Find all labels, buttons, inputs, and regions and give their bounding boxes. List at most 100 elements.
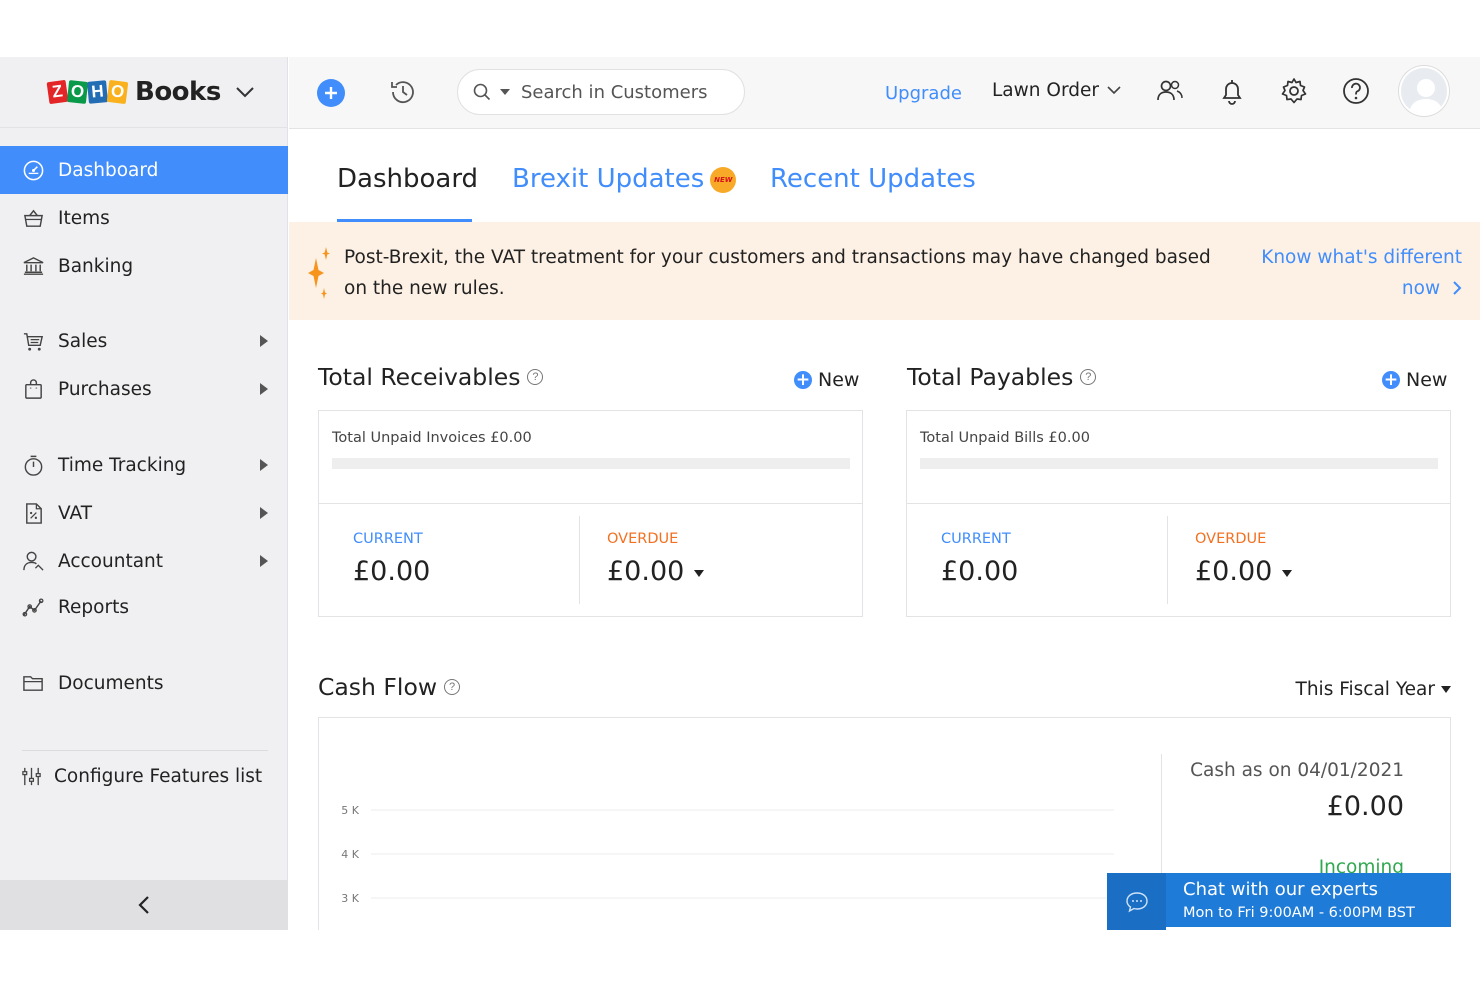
tab-recent-updates[interactable]: Recent Updates xyxy=(770,164,976,194)
logo-letter: H xyxy=(87,80,108,104)
sidebar-item-dashboard[interactable]: Dashboard xyxy=(0,146,288,194)
sidebar-item-sales[interactable]: Sales xyxy=(0,317,288,365)
tab-brexit-updates[interactable]: Brexit Updates NEW xyxy=(512,164,737,194)
payables-overdue[interactable]: OVERDUE £0.00 xyxy=(1161,504,1451,617)
sidebar-item-purchases[interactable]: Purchases xyxy=(0,365,288,413)
quick-create-button[interactable] xyxy=(317,79,345,107)
logo-letter: O xyxy=(66,80,89,104)
period-selector[interactable]: This Fiscal Year xyxy=(1296,679,1451,700)
overdue-amount: £0.00 xyxy=(607,556,705,587)
unpaid-bills-summary: Total Unpaid Bills £0.00 xyxy=(907,411,1450,504)
sidebar-item-reports[interactable]: Reports xyxy=(0,583,288,631)
help-tooltip-icon[interactable]: ? xyxy=(444,679,461,695)
search-input[interactable] xyxy=(521,81,721,103)
overdue-label: OVERDUE xyxy=(1195,531,1267,547)
unpaid-invoices-label: Total Unpaid Invoices £0.00 xyxy=(332,430,532,446)
section-title-text: Total Receivables xyxy=(318,363,521,391)
unpaid-invoices-summary: Total Unpaid Invoices £0.00 xyxy=(319,411,862,504)
organization-switcher[interactable]: Lawn Order xyxy=(992,80,1121,101)
sidebar-item-label: Dashboard xyxy=(58,159,159,181)
avatar[interactable] xyxy=(1399,66,1449,116)
sidebar-item-label: Documents xyxy=(58,672,164,694)
chat-with-experts-widget[interactable]: Chat with our experts Mon to Fri 9:00AM … xyxy=(1107,873,1451,930)
new-label: New xyxy=(1406,369,1448,391)
zoho-logo: Z O H O xyxy=(46,79,129,105)
caret-down-icon xyxy=(1441,686,1451,693)
sidebar-item-label: Items xyxy=(58,207,110,229)
unpaid-progress-bar xyxy=(332,458,850,469)
sidebar-item-accountant[interactable]: Accountant xyxy=(0,537,288,585)
brand-logo[interactable]: Z O H O Books xyxy=(0,57,287,128)
tab-dashboard[interactable]: Dashboard xyxy=(337,164,478,194)
new-invoice-button[interactable]: + New xyxy=(794,369,859,391)
y-tick-label: 3 K xyxy=(341,892,359,905)
chevron-right-icon xyxy=(1453,281,1462,295)
chevron-left-icon xyxy=(138,896,149,914)
unpaid-progress-bar xyxy=(920,458,1438,469)
payables-card: Total Unpaid Bills £0.00 CURRENT £0.00 O… xyxy=(906,410,1451,617)
gear-icon[interactable] xyxy=(1279,76,1309,106)
sliders-icon xyxy=(22,767,41,786)
logo-letter: O xyxy=(106,79,129,105)
accountant-icon xyxy=(23,551,44,571)
sidebar-item-banking[interactable]: Banking xyxy=(0,242,288,290)
chat-icon-box xyxy=(1107,873,1166,930)
configure-features-link[interactable]: Configure Features list xyxy=(20,765,262,788)
configure-features-label: Configure Features list xyxy=(54,766,263,787)
collapse-sidebar-button[interactable] xyxy=(0,880,288,930)
caret-right-icon xyxy=(260,335,268,347)
current-amount: £0.00 xyxy=(353,556,431,587)
current-label: CURRENT xyxy=(353,531,423,547)
tax-document-icon xyxy=(26,502,42,524)
cash-as-on-label: Cash as on 04/01/2021 xyxy=(1190,760,1404,781)
users-icon[interactable] xyxy=(1155,76,1185,106)
zoho-books-app: Z O H O Books Dashboard Items Banking Sa… xyxy=(0,57,1480,930)
sidebar-divider xyxy=(22,750,268,751)
know-whats-different-link[interactable]: Know what's different now xyxy=(1242,242,1462,304)
receivables-current[interactable]: CURRENT £0.00 xyxy=(319,504,579,617)
plus-circle-icon: + xyxy=(1382,370,1400,390)
help-tooltip-icon[interactable]: ? xyxy=(527,369,544,385)
dashboard-icon xyxy=(23,160,44,180)
help-tooltip-icon[interactable]: ? xyxy=(1080,369,1097,385)
top-header: Upgrade Lawn Order xyxy=(289,57,1480,129)
chevron-down-icon xyxy=(1107,86,1121,95)
brand-name: Books xyxy=(135,77,221,107)
bag-icon xyxy=(25,378,42,399)
organization-name: Lawn Order xyxy=(992,80,1099,101)
new-bill-button[interactable]: + New xyxy=(1382,369,1447,391)
sidebar-item-label: Time Tracking xyxy=(58,454,187,476)
sidebar-item-documents[interactable]: Documents xyxy=(0,659,288,707)
chevron-down-icon[interactable] xyxy=(235,86,255,98)
y-tick-label: 4 K xyxy=(341,848,359,861)
plus-icon xyxy=(325,87,337,99)
tab-label: Brexit Updates xyxy=(512,164,705,194)
bell-icon[interactable] xyxy=(1217,76,1247,106)
caret-down-icon xyxy=(1282,570,1293,577)
chat-text: Chat with our experts Mon to Fri 9:00AM … xyxy=(1166,873,1415,930)
cash-amount: £0.00 xyxy=(1326,791,1404,822)
overdue-value: £0.00 xyxy=(1195,556,1273,587)
history-icon[interactable] xyxy=(388,77,418,107)
chat-title: Chat with our experts xyxy=(1183,879,1378,900)
period-label: This Fiscal Year xyxy=(1295,679,1435,700)
payables-current[interactable]: CURRENT £0.00 xyxy=(907,504,1167,617)
sidebar-item-label: Accountant xyxy=(58,550,164,572)
sidebar-item-vat[interactable]: VAT xyxy=(0,489,288,537)
sidebar-item-label: Sales xyxy=(58,330,108,352)
cashflow-chart: 5 K 4 K 3 K xyxy=(341,804,1114,905)
sidebar-item-label: Purchases xyxy=(58,378,152,400)
search-scope-dropdown-icon[interactable] xyxy=(499,88,511,96)
sparkle-icon xyxy=(308,247,330,299)
overdue-amount: £0.00 xyxy=(1195,556,1293,587)
receivables-overdue[interactable]: OVERDUE £0.00 xyxy=(573,504,863,617)
dashboard-tabs: Dashboard Brexit Updates NEW Recent Updat… xyxy=(289,129,1480,222)
stopwatch-icon xyxy=(24,455,43,476)
help-icon[interactable] xyxy=(1341,76,1371,106)
sidebar-item-items[interactable]: Items xyxy=(0,194,288,242)
upgrade-link[interactable]: Upgrade xyxy=(885,83,962,104)
caret-right-icon xyxy=(260,555,268,567)
search-icon[interactable] xyxy=(473,83,491,101)
y-tick-label: 5 K xyxy=(341,804,359,817)
sidebar-item-time-tracking[interactable]: Time Tracking xyxy=(0,441,288,489)
